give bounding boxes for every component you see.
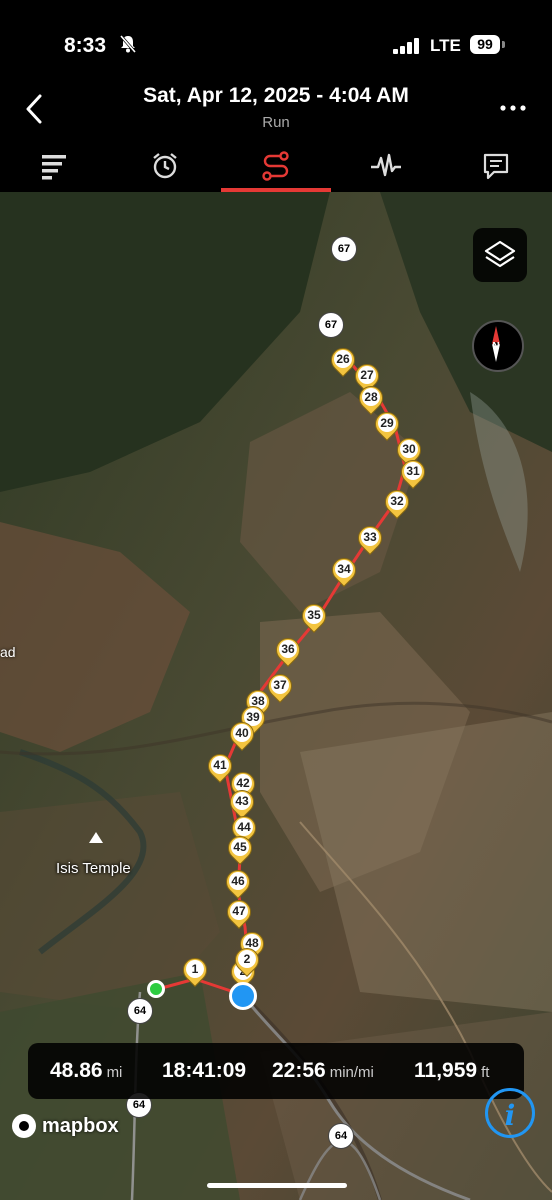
elevation-value: 11,959: [414, 1059, 478, 1082]
route-shield: 67: [318, 312, 344, 338]
route-shield: 67: [331, 236, 357, 262]
mile-marker[interactable]: 41: [203, 749, 237, 788]
mile-marker-label: 26: [334, 350, 352, 368]
network-label: LTE: [430, 36, 461, 55]
mile-marker[interactable]: 33: [353, 521, 387, 560]
mile-marker-label: 47: [230, 902, 248, 920]
more-options-icon[interactable]: [496, 98, 530, 118]
mile-marker-label: 41: [211, 756, 229, 774]
elevation-unit: ft: [481, 1064, 490, 1081]
mile-marker[interactable]: 47: [222, 895, 256, 934]
mile-marker[interactable]: 31: [396, 455, 430, 494]
mile-marker[interactable]: 26: [326, 343, 360, 382]
mile-marker[interactable]: 1: [178, 953, 212, 992]
mile-marker-label: 46: [229, 872, 247, 890]
mile-marker[interactable]: 35: [297, 599, 331, 638]
silent-bell-icon: [119, 35, 137, 53]
mile-marker-label: 45: [231, 838, 249, 856]
svg-text:N: N: [492, 341, 499, 352]
activity-stats: 48.86 mi 18:41:09 22:56 min/mi 11,959 ft: [28, 1043, 524, 1099]
mile-marker-label: 27: [358, 366, 376, 384]
pulse-icon: [371, 153, 401, 177]
mile-marker[interactable]: 37: [263, 669, 297, 708]
activity-type: Run: [262, 114, 290, 131]
battery-tip: [502, 41, 505, 48]
map-layers-button[interactable]: [473, 228, 527, 282]
map-edge-label: ad: [0, 644, 16, 660]
mile-marker-label: 33: [361, 528, 379, 546]
mapbox-logo-icon: [12, 1114, 36, 1138]
compass-button[interactable]: N: [472, 320, 524, 372]
notes-icon: [483, 153, 509, 180]
status-bar: 8:33 LTE 99: [0, 0, 552, 84]
info-button[interactable]: i: [485, 1088, 535, 1138]
alarm-clock-icon: [153, 153, 177, 179]
peak-icon: [89, 832, 103, 843]
pace-unit: min/mi: [329, 1064, 374, 1081]
mile-marker-label: 30: [400, 440, 418, 458]
mile-marker-label: 32: [388, 492, 406, 510]
distance-value: 48.86: [50, 1059, 103, 1082]
mile-marker[interactable]: 32: [380, 485, 414, 524]
home-indicator: [207, 1183, 347, 1188]
mile-marker-label: 31: [404, 462, 422, 480]
mile-marker-label: 2: [238, 950, 256, 968]
mile-marker-label: 36: [279, 640, 297, 658]
mile-marker-label: 1: [186, 960, 204, 978]
mile-marker[interactable]: 29: [370, 407, 404, 446]
layers-icon: [484, 240, 516, 268]
mapbox-label: mapbox: [42, 1114, 119, 1137]
mile-marker-label: 28: [362, 388, 380, 406]
tab-notes[interactable]: [441, 140, 551, 192]
mile-marker[interactable]: 36: [271, 633, 305, 672]
battery-icon: 99: [470, 35, 500, 54]
mile-marker-label: 43: [233, 792, 251, 810]
tab-route[interactable]: [221, 140, 331, 192]
duration-value: 18:41:09: [162, 1059, 247, 1082]
mile-marker[interactable]: 45: [223, 831, 257, 870]
mapbox-attribution[interactable]: mapbox: [12, 1114, 119, 1138]
route-shield: 64: [328, 1123, 354, 1149]
tab-time[interactable]: [110, 140, 220, 192]
mile-marker[interactable]: 40: [225, 717, 259, 756]
signal-icon: [393, 38, 419, 54]
mile-marker-label: 29: [378, 414, 396, 432]
status-time: 8:33: [64, 34, 107, 57]
tab-summary[interactable]: [0, 140, 110, 192]
mile-marker[interactable]: 34: [327, 553, 361, 592]
distance-unit: mi: [106, 1064, 123, 1081]
route-shield: 64: [127, 998, 153, 1024]
duration-stat: 18:41:09: [162, 1059, 246, 1083]
start-point-icon: [147, 980, 165, 998]
mile-marker-label: 37: [271, 676, 289, 694]
mile-marker[interactable]: 2: [230, 943, 264, 982]
mile-marker-label: 40: [233, 724, 251, 742]
summary-list-icon: [42, 155, 66, 180]
mile-marker-label: 34: [335, 560, 353, 578]
mile-marker-label: 44: [235, 818, 253, 836]
route-icon: [262, 151, 289, 181]
current-location-icon: [229, 982, 257, 1010]
pace-stat: 22:56 min/mi: [272, 1059, 374, 1083]
mile-marker-label: 35: [305, 606, 323, 624]
distance-stat: 48.86 mi: [50, 1059, 122, 1083]
pace-value: 22:56: [272, 1059, 326, 1082]
poi-label: Isis Temple: [56, 860, 131, 877]
tab-bar: [0, 140, 552, 192]
compass-icon: N: [492, 326, 500, 362]
activity-header: Sat, Apr 12, 2025 - 4:04 AM Run: [0, 84, 552, 140]
page-title: Sat, Apr 12, 2025 - 4:04 AM: [143, 84, 409, 107]
elevation-stat: 11,959 ft: [414, 1059, 489, 1083]
tab-heart-rate[interactable]: [331, 140, 441, 192]
